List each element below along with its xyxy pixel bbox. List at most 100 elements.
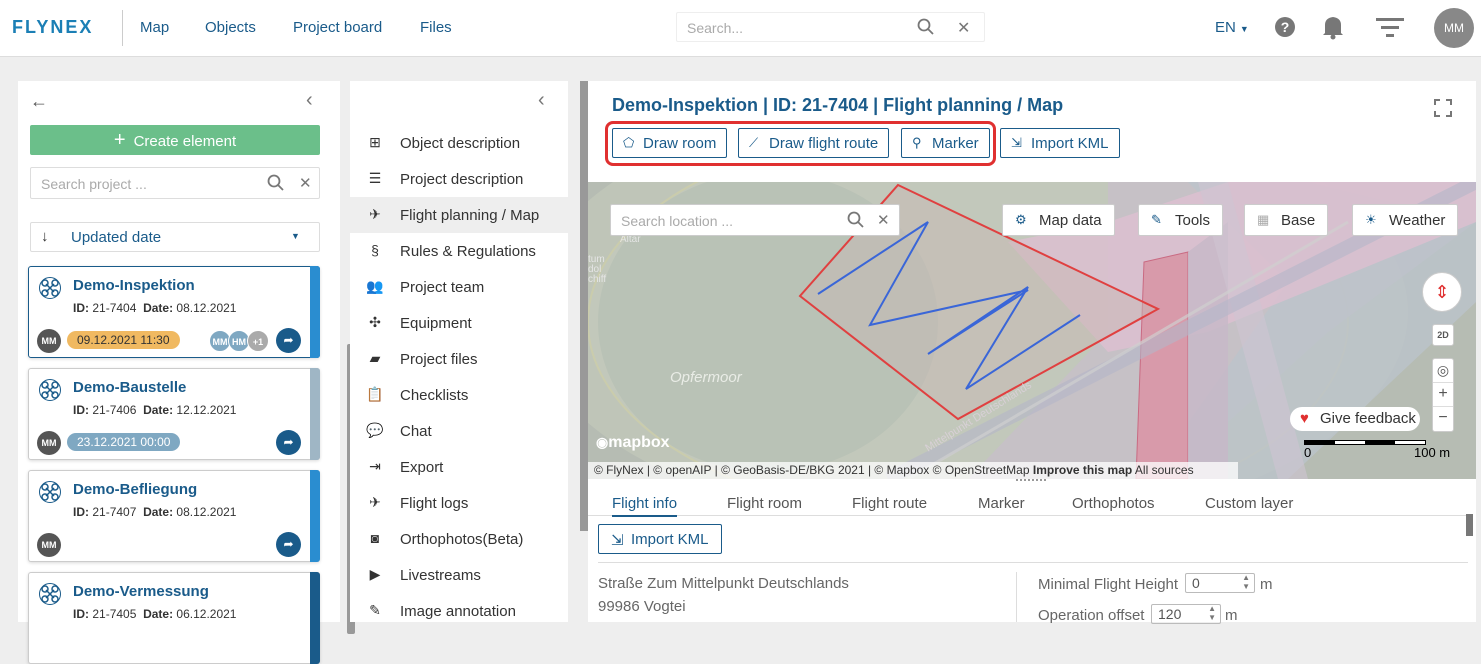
tab-orthophotos[interactable]: Orthophotos: [1072, 495, 1155, 512]
menu-item-label: Flight planning / Map: [400, 207, 540, 224]
tab-flight-room[interactable]: Flight room: [727, 495, 802, 512]
tools-button[interactable]: ✎ Tools: [1138, 204, 1224, 236]
menu-item[interactable]: ⊞ Object description: [350, 125, 568, 161]
collapse-left-icon[interactable]: ‹: [306, 89, 313, 112]
divider: [598, 562, 1468, 563]
menu-item[interactable]: 📋 Checklists: [350, 377, 568, 413]
tab-custom-layer[interactable]: Custom layer: [1205, 495, 1293, 512]
card-title[interactable]: Demo-Vermessung: [73, 583, 209, 600]
filter-icon[interactable]: [1376, 16, 1404, 45]
resize-handle[interactable]: [1016, 479, 1046, 485]
drone-icon: ✣: [369, 314, 381, 330]
import-kml-button-secondary[interactable]: ⇲ Import KML: [598, 524, 722, 554]
menu-item[interactable]: § Rules & Regulations: [350, 233, 568, 269]
draw-flight-route-button[interactable]: ⟋ Draw flight route: [738, 128, 890, 158]
menu-item[interactable]: ◙ Orthophotos(Beta): [350, 521, 568, 557]
nav-project-board[interactable]: Project board: [293, 19, 382, 36]
clear-icon[interactable]: ✕: [957, 18, 970, 38]
weather-button[interactable]: ☀ Weather: [1352, 204, 1459, 236]
mapbox-logo[interactable]: ◉mapbox: [596, 434, 670, 452]
search-icon[interactable]: [267, 174, 285, 197]
bell-icon[interactable]: [1321, 14, 1345, 45]
marker-button[interactable]: ⚲ Marker: [901, 128, 990, 158]
stepper-arrows-icon[interactable]: ▲ ▼: [1208, 604, 1216, 622]
drone-icon: [39, 277, 61, 299]
offset-value: 120: [1158, 606, 1182, 622]
share-arrow-icon[interactable]: ➦: [276, 328, 301, 353]
card-title[interactable]: Demo-Inspektion: [73, 277, 195, 294]
avatar[interactable]: MM: [37, 431, 61, 455]
locate-icon[interactable]: ◎: [1433, 359, 1453, 383]
fullscreen-icon[interactable]: [1434, 99, 1452, 122]
menu-item[interactable]: ☰ Project description: [350, 161, 568, 197]
clear-icon[interactable]: ✕: [299, 174, 312, 192]
attribution-text[interactable]: © FlyNex | © openAIP | © GeoBasis-DE/BKG…: [594, 463, 1030, 477]
address-street: Straße Zum Mittelpunkt Deutschlands: [598, 575, 849, 592]
offset-stepper[interactable]: 120 ▲ ▼: [1151, 604, 1221, 624]
panel-divider[interactable]: [580, 81, 588, 531]
menu-item[interactable]: ▰ Project files: [350, 341, 568, 377]
tab-flight-info[interactable]: Flight info: [612, 495, 678, 517]
avatar[interactable]: MM: [37, 533, 61, 557]
drone-icon: [39, 583, 61, 605]
language-select[interactable]: EN ▼: [1215, 19, 1249, 36]
mode-2d-button[interactable]: 2D: [1432, 324, 1454, 346]
stepper-arrows-icon[interactable]: ▲ ▼: [1242, 573, 1250, 591]
menu-item[interactable]: 👥 Project team: [350, 269, 568, 305]
card-accent-bar: [310, 572, 320, 664]
help-icon[interactable]: ?: [1274, 16, 1296, 43]
zoom-in-icon[interactable]: +: [1433, 383, 1453, 407]
location-search-input[interactable]: Search location ... ✕: [610, 204, 900, 236]
global-search-input[interactable]: Search... ✕: [676, 12, 985, 42]
project-card[interactable]: Demo-Vermessung ID: 21-7405 Date: 06.12.2…: [28, 572, 320, 664]
project-card[interactable]: Demo-Baustelle ID: 21-7406 Date: 12.12.20…: [28, 368, 320, 460]
avatar[interactable]: MM: [37, 329, 61, 353]
nav-objects[interactable]: Objects: [205, 19, 256, 36]
compass-icon[interactable]: ⇕: [1422, 272, 1462, 312]
menu-item[interactable]: ⇥ Export: [350, 449, 568, 485]
nav-files[interactable]: Files: [420, 19, 452, 36]
nav-map[interactable]: Map: [140, 19, 169, 36]
project-card[interactable]: Demo-Befliegung ID: 21-7407 Date: 08.12.2…: [28, 470, 320, 562]
svg-text:Opfermoor: Opfermoor: [670, 369, 743, 386]
share-arrow-icon[interactable]: ➦: [276, 532, 301, 557]
menu-item[interactable]: 💬 Chat: [350, 413, 568, 449]
give-feedback-button[interactable]: ♥ Give feedback: [1290, 407, 1420, 431]
draw-room-button[interactable]: ⬠ Draw room: [612, 128, 728, 158]
clear-icon[interactable]: ✕: [877, 211, 890, 229]
flynex-logo[interactable]: FLYNEX: [12, 17, 93, 38]
top-bar: FLYNEX Map Objects Project board Files S…: [0, 0, 1481, 57]
location-search-placeholder: Search location ...: [621, 213, 734, 229]
map-data-button[interactable]: ⚙ Map data: [1002, 204, 1115, 236]
all-sources-link[interactable]: All sources: [1135, 463, 1194, 477]
card-title[interactable]: Demo-Baustelle: [73, 379, 186, 396]
project-card[interactable]: Demo-Inspektion ID: 21-7404 Date: 08.12.2…: [28, 266, 320, 358]
menu-item[interactable]: ✈ Flight logs: [350, 485, 568, 521]
menu-item-label: Rules & Regulations: [400, 243, 536, 260]
map-canvas[interactable]: Opfermoor Mittelpunkt Deutschlands tum d…: [588, 182, 1476, 479]
back-arrow-icon[interactable]: ←: [30, 91, 48, 112]
member-avatar[interactable]: +1: [247, 330, 269, 352]
zoom-out-icon[interactable]: −: [1433, 407, 1453, 431]
import-kml-button[interactable]: ⇲ Import KML: [1000, 128, 1120, 158]
menu-item[interactable]: ✎ Image annotation: [350, 593, 568, 629]
share-arrow-icon[interactable]: ➦: [276, 430, 301, 455]
improve-map-link[interactable]: Improve this map: [1033, 463, 1132, 477]
collapse-left-icon[interactable]: ‹: [538, 89, 545, 112]
sort-select[interactable]: ↓ Updated date ▼: [30, 222, 320, 252]
project-search-input[interactable]: Search project ... ✕: [30, 167, 320, 199]
menu-item[interactable]: ✈ Flight planning / Map: [350, 197, 568, 233]
scrollbar[interactable]: [1466, 514, 1473, 536]
menu-item[interactable]: ✣ Equipment: [350, 305, 568, 341]
base-button[interactable]: ▦ Base: [1244, 204, 1329, 236]
search-icon[interactable]: [917, 18, 935, 41]
tab-flight-route[interactable]: Flight route: [852, 495, 927, 512]
menu-item[interactable]: ▶ Livestreams: [350, 557, 568, 593]
search-icon[interactable]: [847, 211, 865, 234]
card-title[interactable]: Demo-Befliegung: [73, 481, 197, 498]
user-avatar[interactable]: MM: [1434, 8, 1474, 48]
tab-marker[interactable]: Marker: [978, 495, 1025, 512]
create-element-button[interactable]: + Create element: [30, 125, 320, 155]
min-height-stepper[interactable]: 0 ▲ ▼: [1185, 573, 1255, 593]
import-kml-label: Import KML: [631, 530, 709, 548]
